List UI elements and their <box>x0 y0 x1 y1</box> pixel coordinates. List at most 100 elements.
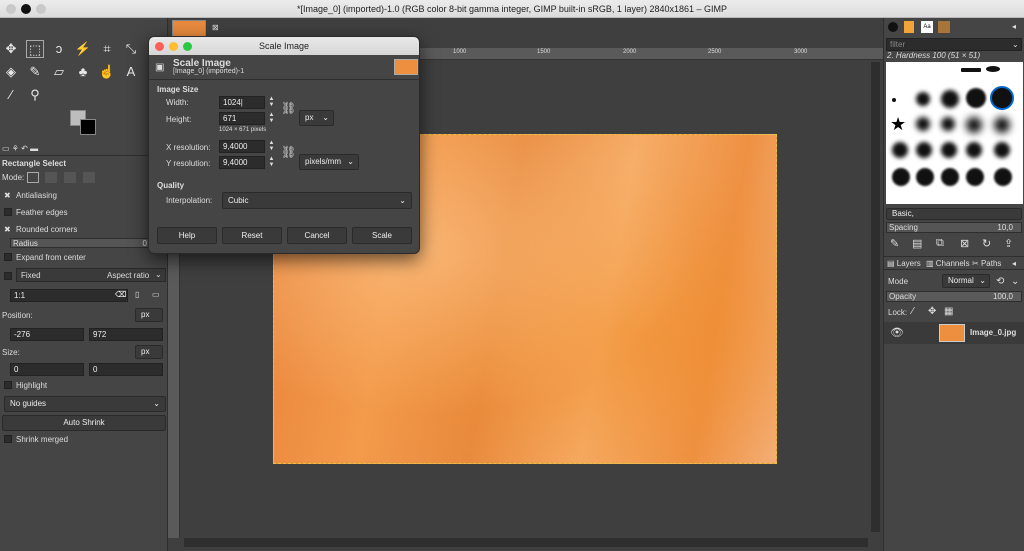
tool-options-tab-icon[interactable]: ▭ ⚘ ↶ ▬ <box>2 144 38 153</box>
mode-add-icon[interactable] <box>45 172 57 183</box>
brush-item[interactable] <box>961 68 981 72</box>
brush-item[interactable] <box>986 66 1000 72</box>
background-color-swatch[interactable] <box>80 119 96 135</box>
star-brush-icon[interactable]: ★ <box>890 114 906 135</box>
size-h-input[interactable]: 0 <box>89 363 163 376</box>
brush-item[interactable] <box>994 142 1010 158</box>
brush-item[interactable] <box>966 117 982 133</box>
vertical-scrollbar[interactable] <box>871 62 880 532</box>
brush-filter-input[interactable]: filter <box>886 38 1022 51</box>
refresh-brushes-icon[interactable]: ↻ <box>982 237 991 250</box>
delete-brush-icon[interactable]: ⊠ <box>960 237 969 250</box>
dock-menu-icon[interactable]: ◂ <box>1012 22 1016 31</box>
scale-button[interactable]: Scale <box>352 227 412 244</box>
yres-input[interactable]: 9,4000 <box>219 156 265 169</box>
radius-slider[interactable]: Radius 0 <box>10 238 150 248</box>
open-brush-icon[interactable]: ⇪ <box>1004 237 1013 250</box>
zoom-tool-icon[interactable]: ⚲ <box>26 86 44 104</box>
landscape-icon[interactable]: ▭ <box>152 290 160 299</box>
auto-shrink-button[interactable]: Auto Shrink <box>2 415 166 431</box>
crop-tool-icon[interactable]: ⌗ <box>98 40 116 58</box>
close-window-button[interactable] <box>6 4 16 14</box>
text-tool-icon[interactable]: A <box>122 63 140 81</box>
fixed-dropdown[interactable]: Fixed Aspect ratio ⌄ <box>16 268 166 282</box>
spacing-slider[interactable]: Spacing 10,0 <box>886 222 1022 233</box>
clone-tool-icon[interactable]: ♣ <box>74 63 92 81</box>
height-spinner[interactable]: ▲ ▼ <box>266 112 277 125</box>
chevron-down-icon[interactable]: ⌄ <box>1011 276 1019 287</box>
brush-item-selected[interactable] <box>990 86 1014 110</box>
edit-brush-icon[interactable]: ✎ <box>890 237 899 250</box>
new-brush-icon[interactable]: ▤ <box>912 237 922 250</box>
eye-visibility-icon[interactable]: 👁 <box>890 326 904 339</box>
brush-grid[interactable]: ★ <box>886 62 1023 204</box>
res-unit-dropdown[interactable]: pixels/mm ⌄ <box>299 154 359 170</box>
antialiasing-check-icon[interactable]: ✖ <box>4 191 11 200</box>
paintbrush-tool-icon[interactable]: ✎ <box>26 63 44 81</box>
brush-item[interactable] <box>941 142 957 158</box>
brush-item[interactable] <box>916 117 930 131</box>
yres-spinner[interactable]: ▲ ▼ <box>266 156 277 169</box>
clear-input-icon[interactable]: ⌫ <box>115 290 126 299</box>
brush-item[interactable] <box>994 117 1010 133</box>
brush-item[interactable] <box>941 117 955 131</box>
position-unit-dropdown[interactable]: px <box>135 308 163 322</box>
brush-item[interactable] <box>892 168 910 186</box>
mode-intersect-icon[interactable] <box>83 172 95 183</box>
chain-link-icon[interactable]: ⛓ <box>281 145 296 159</box>
position-y-input[interactable]: 972 <box>89 328 163 341</box>
smudge-tool-icon[interactable]: ☝ <box>98 63 116 81</box>
brush-item[interactable] <box>966 142 982 158</box>
dock-menu-icon[interactable]: ◂ <box>1012 259 1016 268</box>
lock-position-icon[interactable]: ✥ <box>928 306 936 317</box>
size-w-input[interactable]: 0 <box>10 363 84 376</box>
interpolation-dropdown[interactable]: Cubic ⌄ <box>222 192 412 209</box>
fonts-tab-icon[interactable]: Aa <box>921 21 933 33</box>
brush-item[interactable] <box>916 92 930 106</box>
fixed-checkbox[interactable] <box>4 272 12 280</box>
duplicate-brush-icon[interactable]: ⧉ <box>936 237 944 250</box>
xres-spinner[interactable]: ▲ ▼ <box>266 140 277 153</box>
close-tab-icon[interactable]: ⊠ <box>212 23 219 32</box>
dialog-zoom-button[interactable] <box>183 42 192 51</box>
brush-set-dropdown[interactable]: Basic, <box>886 208 1022 220</box>
brush-item[interactable] <box>892 98 896 102</box>
position-x-input[interactable]: -276 <box>10 328 84 341</box>
channels-tab[interactable]: ▥ Channels <box>926 259 970 268</box>
move-tool-icon[interactable]: ✥ <box>2 40 20 58</box>
mode-subtract-icon[interactable] <box>64 172 76 183</box>
brush-item[interactable] <box>916 168 934 186</box>
size-unit-dropdown[interactable]: px ⌄ <box>299 110 334 126</box>
lock-pixels-icon[interactable]: ⁄ <box>912 306 914 317</box>
zoom-window-button[interactable] <box>36 4 46 14</box>
rounded-check-icon[interactable]: ✖ <box>4 225 11 234</box>
feather-checkbox[interactable] <box>4 208 12 216</box>
free-select-tool-icon[interactable]: ↄ <box>50 40 68 58</box>
chain-link-icon[interactable]: ⛓ <box>281 101 296 115</box>
brush-item[interactable] <box>966 168 984 186</box>
bucket-fill-tool-icon[interactable]: ◈ <box>2 63 20 81</box>
brush-item[interactable] <box>966 88 986 108</box>
height-input[interactable]: 671 <box>219 112 265 125</box>
shrink-merged-checkbox[interactable] <box>4 435 12 443</box>
transform-tool-icon[interactable]: ⤡ <box>122 40 140 58</box>
color-picker-tool-icon[interactable]: ⁄ <box>2 86 20 104</box>
minimize-window-button[interactable] <box>21 4 31 14</box>
dialog-close-button[interactable] <box>155 42 164 51</box>
brush-item[interactable] <box>892 142 908 158</box>
brush-item[interactable] <box>916 142 932 158</box>
guides-dropdown[interactable]: No guides ⌄ <box>4 396 166 412</box>
mode-replace-icon[interactable] <box>27 172 39 183</box>
brush-item[interactable] <box>941 168 959 186</box>
portrait-icon[interactable]: ▯ <box>135 290 139 299</box>
layer-mode-dropdown[interactable]: Normal ⌄ <box>942 274 990 288</box>
width-input[interactable]: 1024| <box>219 96 265 109</box>
cancel-button[interactable]: Cancel <box>287 227 347 244</box>
size-unit-dropdown[interactable]: px <box>135 345 163 359</box>
xres-input[interactable]: 9,4000 <box>219 140 265 153</box>
expand-center-checkbox[interactable] <box>4 253 12 261</box>
layers-tab[interactable]: ▤ Layers <box>887 259 921 268</box>
brushes-tab-icon[interactable] <box>888 22 898 32</box>
ratio-input[interactable]: 1:1 <box>10 289 128 302</box>
paths-tab[interactable]: ✂ Paths <box>972 259 1001 268</box>
